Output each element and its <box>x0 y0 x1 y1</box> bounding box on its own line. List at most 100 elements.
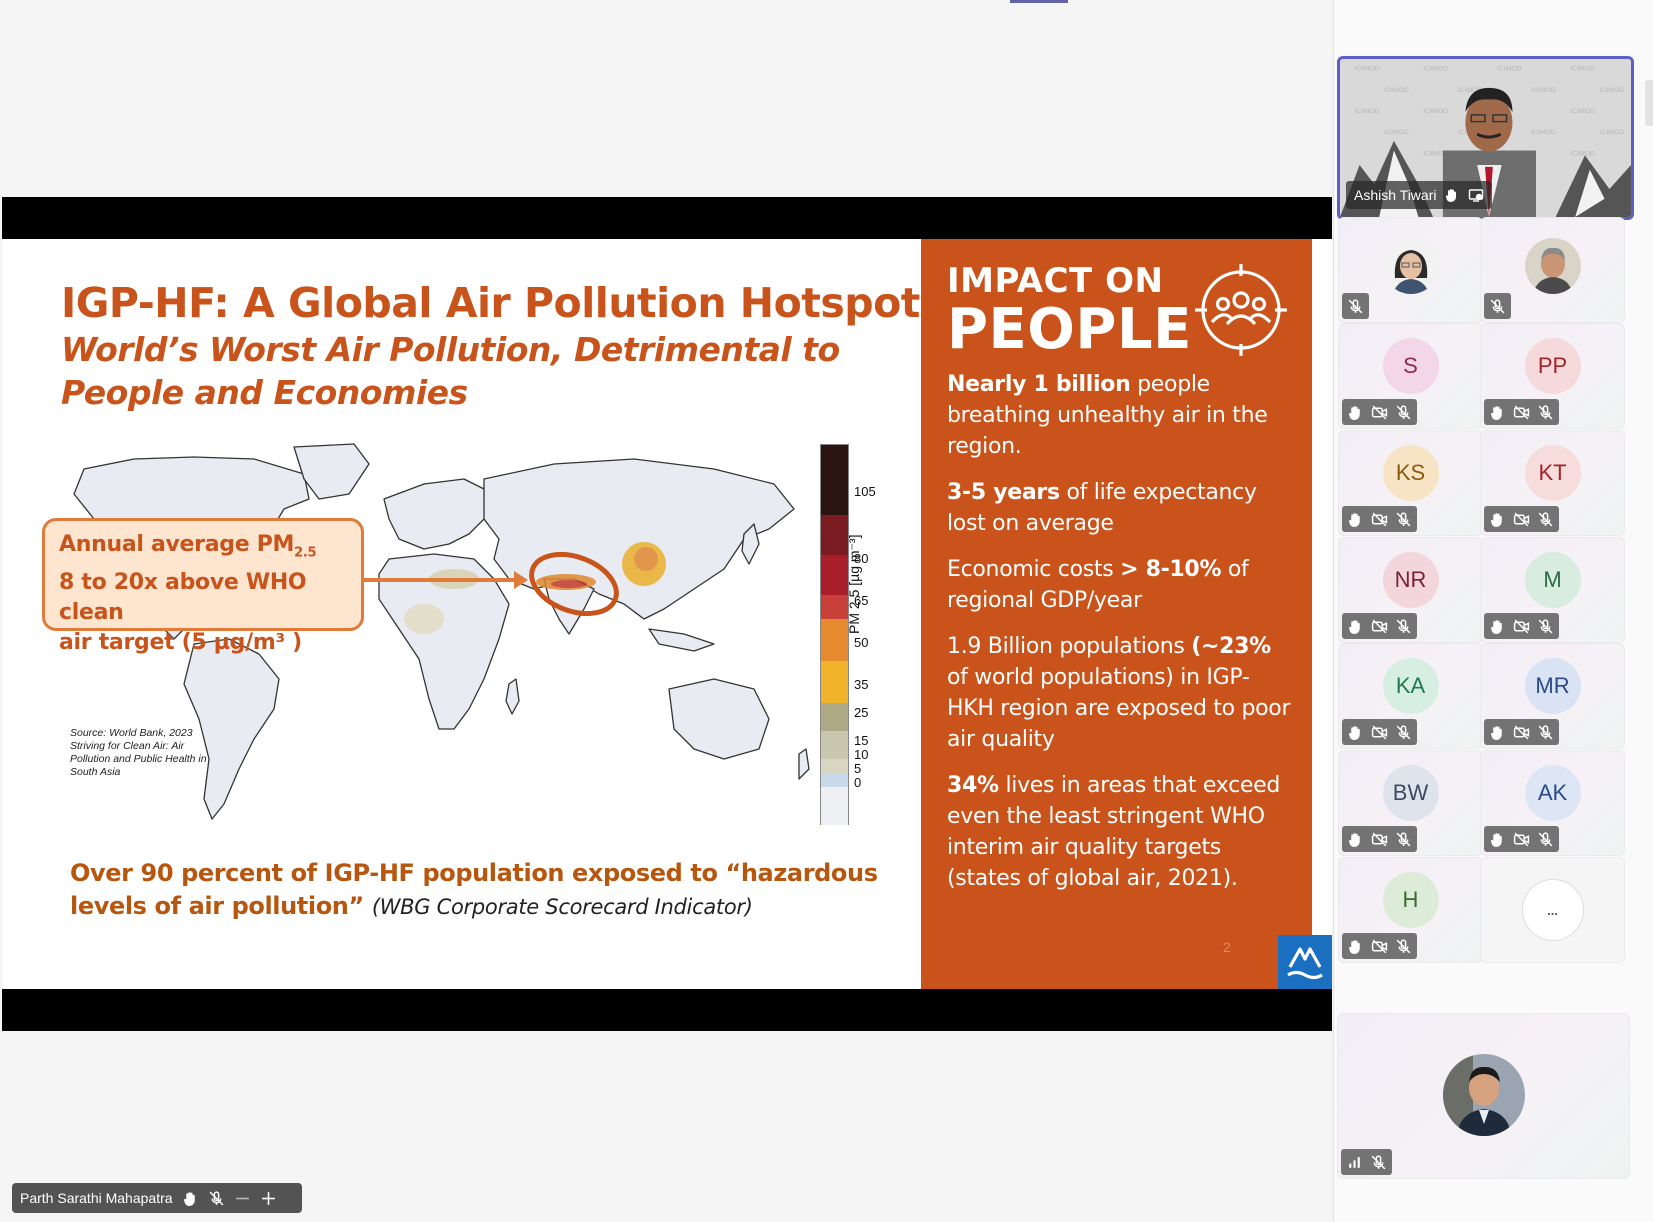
svg-text:ICIMOD: ICIMOD <box>1384 87 1409 94</box>
tile-status-icons <box>1484 399 1559 425</box>
callout-line3: air target (5 µg/m³ ) <box>59 630 302 656</box>
scrollbar[interactable] <box>1645 80 1653 126</box>
more-participants-button[interactable]: ... <box>1521 879 1584 941</box>
avatar-initials: KS <box>1382 445 1439 501</box>
raised-hand-icon <box>1347 938 1364 955</box>
tile-status-icons <box>1342 613 1417 639</box>
avatar-initials: S <box>1382 338 1439 394</box>
tile-status-icons <box>1342 933 1417 959</box>
active-speaker-tile[interactable]: ICIMOD ICIMOD ICIMOD ICIMOD ICIMOD ICIMOD ICI… <box>1337 56 1634 220</box>
panel-heading-small: IMPACT ON <box>947 261 1164 301</box>
colorbar-segment <box>821 787 848 825</box>
camera-off-icon <box>1513 404 1530 421</box>
panel-heading-big: PEOPLE <box>947 297 1192 362</box>
presenter-name: Parth Sarathi Mahapatra <box>20 1190 173 1206</box>
slide-page-number: 2 <box>1223 939 1231 955</box>
participant-tile[interactable]: KA <box>1338 643 1483 749</box>
camera-off-icon <box>1513 618 1530 635</box>
callout-line2: 8 to 20x above WHO clean <box>59 570 307 626</box>
raised-hand-icon <box>1347 831 1364 848</box>
mic-off-icon[interactable] <box>208 1190 225 1207</box>
participant-tile[interactable]: KS <box>1338 430 1483 536</box>
svg-text:ICIMOD: ICIMOD <box>1423 108 1448 115</box>
avatar-initials: KA <box>1382 658 1439 714</box>
colorbar-tick: 0 <box>854 775 862 790</box>
tile-status-icons <box>1484 613 1559 639</box>
participant-tile[interactable]: KT <box>1480 430 1625 536</box>
raised-hand-icon <box>182 1190 199 1207</box>
presenter-nametag[interactable]: Parth Sarathi Mahapatra <box>12 1183 302 1213</box>
impact-point-4: 1.9 Billion populations (~23% of world p… <box>947 634 1291 752</box>
speaker-name: Ashish Tiwari <box>1354 187 1437 203</box>
colorbar-segment <box>821 731 848 759</box>
participant-tile[interactable] <box>1480 217 1625 323</box>
camera-off-icon <box>1371 404 1388 421</box>
svg-text:ICIMOD: ICIMOD <box>1600 129 1625 136</box>
raised-hand-icon <box>1347 404 1364 421</box>
avatar-initials: AK <box>1524 765 1581 821</box>
avatar-initials: H <box>1382 872 1439 928</box>
slide-subtitle: World’s Worst Air Pollution, Detrimental… <box>61 330 840 412</box>
map-source-note: Source: World Bank, 2023 Striving for Cl… <box>70 727 207 778</box>
avatar-initials: M <box>1524 552 1581 608</box>
participant-tile[interactable]: S <box>1338 323 1483 429</box>
plus-icon[interactable] <box>260 1190 277 1207</box>
colorbar-segment <box>821 759 848 773</box>
colorbar-segment <box>821 661 848 703</box>
mic-off-icon <box>1537 511 1554 528</box>
tile-status-icons <box>1342 826 1417 852</box>
speaker-nametag: Ashish Tiwari <box>1346 181 1493 209</box>
impact-point-3: Economic costs > 8-10% of regional GDP/y… <box>947 557 1249 613</box>
colorbar-tick: 25 <box>854 705 869 720</box>
raised-hand-icon <box>1489 831 1506 848</box>
minus-icon[interactable] <box>234 1190 251 1207</box>
colorbar-segment <box>821 773 848 787</box>
raised-hand-icon <box>1489 618 1506 635</box>
svg-text:ICIMOD: ICIMOD <box>1570 108 1595 115</box>
avatar <box>1382 238 1439 294</box>
participant-tile[interactable]: NR <box>1338 537 1483 643</box>
mic-off-icon <box>1537 404 1554 421</box>
svg-text:ICIMOD: ICIMOD <box>1600 87 1625 94</box>
avatar-initials: PP <box>1524 338 1581 394</box>
raised-hand-icon <box>1347 724 1364 741</box>
tile-status-icons <box>1484 719 1559 745</box>
avatar-initials: KT <box>1524 445 1581 501</box>
participant-video <box>1442 1054 1525 1136</box>
more-participants-tile[interactable]: ... <box>1480 857 1625 963</box>
mic-off-icon <box>1537 724 1554 741</box>
svg-text:ICIMOD: ICIMOD <box>1497 66 1522 73</box>
raised-hand-icon <box>1446 189 1457 202</box>
tile-status-icons <box>1484 826 1559 852</box>
camera-off-icon <box>1513 724 1530 741</box>
colorbar-tick: 35 <box>854 677 869 692</box>
svg-text:ICIMOD: ICIMOD <box>1531 87 1556 94</box>
participant-tile[interactable]: MR <box>1480 643 1625 749</box>
participant-tile-self-video[interactable] <box>1337 1013 1630 1179</box>
tile-status-icons <box>1342 293 1369 319</box>
participant-tile[interactable]: H <box>1338 857 1483 963</box>
tile-status-icons <box>1341 1149 1392 1175</box>
participant-tile[interactable] <box>1338 217 1483 323</box>
colorbar-tick: 10 <box>854 747 869 762</box>
avatar <box>1524 238 1581 294</box>
top-indicator <box>1010 0 1068 3</box>
participant-tile[interactable]: AK <box>1480 750 1625 856</box>
svg-text:ICIMOD: ICIMOD <box>1355 66 1380 73</box>
participant-tile[interactable]: BW <box>1338 750 1483 856</box>
svg-text:ICIMOD: ICIMOD <box>1355 108 1380 115</box>
colorbar-tick: 15 <box>854 733 869 748</box>
mic-off-icon <box>1395 511 1412 528</box>
mic-off-icon <box>1370 1154 1387 1171</box>
colorbar-label: PM 2.5 [µg m⁻³] <box>846 534 862 634</box>
tile-status-icons <box>1484 506 1559 532</box>
participant-gallery: ICIMOD ICIMOD ICIMOD ICIMOD ICIMOD ICIMOD ICI… <box>1333 0 1653 1222</box>
bottom-note: Over 90 percent of IGP-HF population exp… <box>70 857 910 923</box>
letterbox-bottom <box>2 989 1332 1031</box>
participant-tile[interactable]: M <box>1480 537 1625 643</box>
camera-off-icon <box>1371 724 1388 741</box>
colorbar-segment <box>821 703 848 731</box>
participant-tile[interactable]: PP <box>1480 323 1625 429</box>
mic-off-icon <box>1395 938 1412 955</box>
shared-screen-stage: IGP-HF: A Global Air Pollution Hotspot W… <box>0 0 1332 1222</box>
